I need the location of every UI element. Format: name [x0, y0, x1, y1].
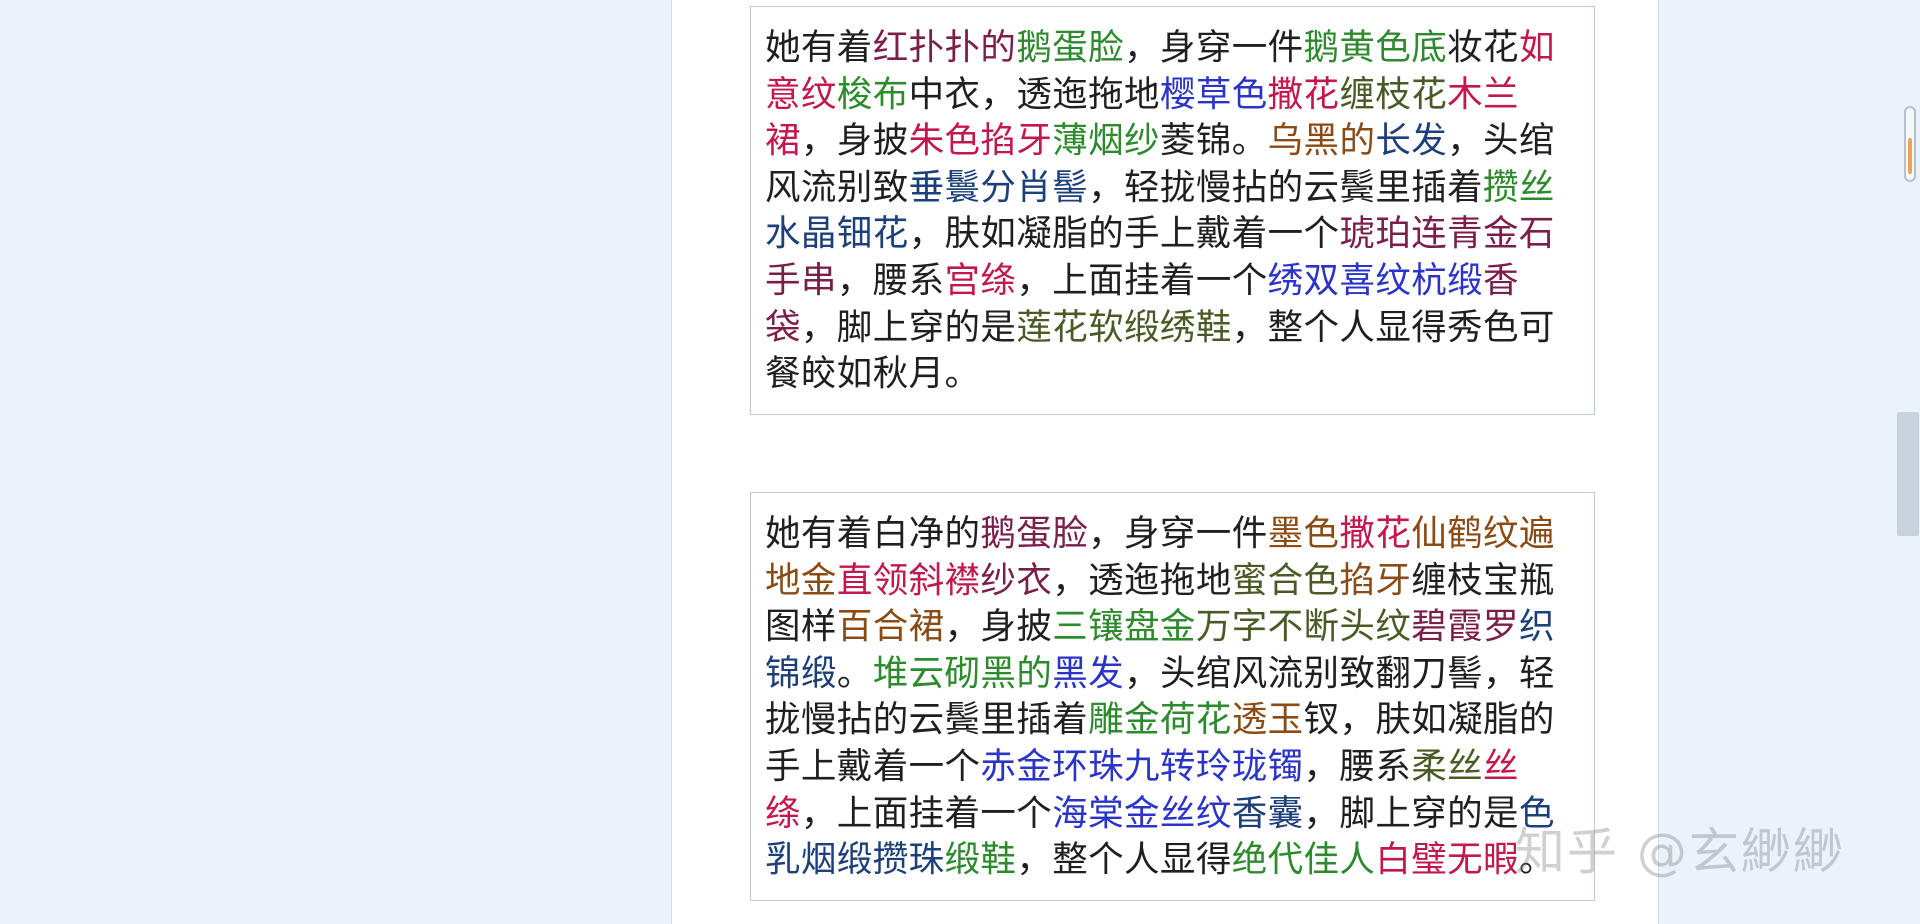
text-segment: 。: [836, 652, 873, 694]
text-segment: 乌黑的: [1267, 120, 1376, 162]
reading-progress-indicator: [1904, 106, 1916, 182]
reading-progress-fill: [1908, 138, 1912, 174]
text-segment: ，脚上穿的是: [800, 306, 1017, 348]
watermark-text: 知乎 @玄緲緲: [1515, 823, 1845, 881]
text-segment: 樱草色: [1159, 73, 1268, 115]
text-segment: ，轻拢慢拈的云鬓里插着: [1088, 166, 1484, 208]
text-segment: ，腰系: [836, 259, 945, 301]
text-segment: 缎鞋: [944, 839, 1017, 881]
text-segment: 雕金荷花: [1088, 699, 1232, 741]
text-segment: ，脚上穿的是: [1303, 792, 1519, 834]
text-segment: 碧霞罗: [1411, 606, 1519, 648]
text-segment: ，身穿一件: [1124, 27, 1304, 68]
text-segment: 百合裙: [836, 606, 945, 648]
text-segment: ，身穿一件: [1088, 513, 1268, 554]
text-segment: 柔丝: [1411, 745, 1484, 787]
text-segment: 薄烟纱: [1052, 120, 1160, 162]
text-segment: 绝代佳人: [1231, 839, 1376, 881]
text-segment: 缠枝花: [1339, 73, 1448, 115]
text-segment: 莲花软缎绣鞋: [1016, 306, 1232, 348]
text-segment: 透玉: [1231, 699, 1304, 741]
text-segment: 纱衣: [980, 559, 1053, 601]
text-segment: 堆云砌黑的: [872, 652, 1053, 694]
text-segment: ，整个人显得: [1016, 839, 1232, 881]
passage-text-1: 她有着红扑扑的鹅蛋脸，身穿一件鹅黄色底妆花如意纹梭布中衣，透迤拖地樱草色撒花缠枝…: [765, 25, 1580, 398]
text-segment: 直领斜襟: [836, 559, 981, 601]
article-page: 她有着红扑扑的鹅蛋脸，身穿一件鹅黄色底妆花如意纹梭布中衣，透迤拖地樱草色撒花缠枝…: [671, 0, 1659, 924]
passage-card-1: 她有着红扑扑的鹅蛋脸，身穿一件鹅黄色底妆花如意纹梭布中衣，透迤拖地樱草色撒花缠枝…: [750, 6, 1595, 415]
text-segment: 鹅黄色底: [1303, 27, 1448, 68]
scrollbar-thumb[interactable]: [1897, 412, 1919, 536]
text-segment: 长发: [1375, 120, 1448, 162]
text-segment: 鹅蛋脸: [1016, 27, 1125, 68]
passage-card-2: 她有着白净的鹅蛋脸，身穿一件墨色撒花仙鹤纹遍地金直领斜襟纱衣，透迤拖地蜜合色掐牙…: [750, 492, 1595, 901]
text-segment: 撒花: [1267, 73, 1340, 115]
passage-text-2: 她有着白净的鹅蛋脸，身穿一件墨色撒花仙鹤纹遍地金直领斜襟纱衣，透迤拖地蜜合色掐牙…: [765, 511, 1580, 884]
text-segment: 她有着白净的: [765, 513, 981, 554]
text-segment: 万字不断头纹: [1195, 606, 1412, 648]
text-segment: 绣双喜纹杭缎: [1267, 259, 1484, 301]
text-segment: 宫绦: [944, 259, 1017, 301]
text-segment: ，肤如凝脂的手上戴着一个: [908, 213, 1340, 255]
text-segment: 蜜合色: [1231, 559, 1340, 601]
text-segment: 香囊: [1231, 792, 1304, 834]
text-segment: ，腰系: [1303, 745, 1412, 787]
text-segment: ，上面挂着一个: [1016, 259, 1268, 301]
text-segment: ，透迤拖地: [1052, 559, 1232, 601]
text-segment: ，身披: [800, 120, 909, 162]
text-segment: 中衣，透迤拖地: [908, 73, 1160, 115]
text-segment: 墨色: [1267, 513, 1340, 554]
text-segment: 掐牙: [1339, 559, 1412, 601]
text-segment: 海棠金丝纹: [1052, 792, 1232, 834]
text-segment: 水晶钿花: [765, 213, 909, 255]
text-segment: 鹅蛋脸: [980, 513, 1089, 554]
text-segment: 她有着: [765, 27, 873, 68]
text-segment: 梭布: [836, 73, 909, 115]
text-segment: 赤金环珠九转玲珑镯: [980, 745, 1304, 787]
text-segment: 黑发: [1052, 652, 1125, 694]
text-segment: 红扑扑的: [872, 27, 1017, 68]
text-segment: 朱色: [908, 120, 981, 162]
text-segment: 掐牙: [980, 120, 1053, 162]
text-segment: ，上面挂着一个: [800, 792, 1053, 834]
text-segment: 垂鬟分肖髻: [908, 166, 1089, 208]
text-segment: 仙鹤纹: [1411, 513, 1519, 554]
text-segment: 白璧无暇: [1375, 839, 1519, 881]
text-segment: 攒丝: [1483, 166, 1555, 208]
text-segment: ，身披: [944, 606, 1053, 648]
text-segment: 三镶盘金: [1052, 606, 1196, 648]
text-segment: 撒花: [1339, 513, 1412, 554]
text-segment: 妆花: [1447, 27, 1519, 68]
text-segment: 菱锦。: [1159, 120, 1268, 162]
